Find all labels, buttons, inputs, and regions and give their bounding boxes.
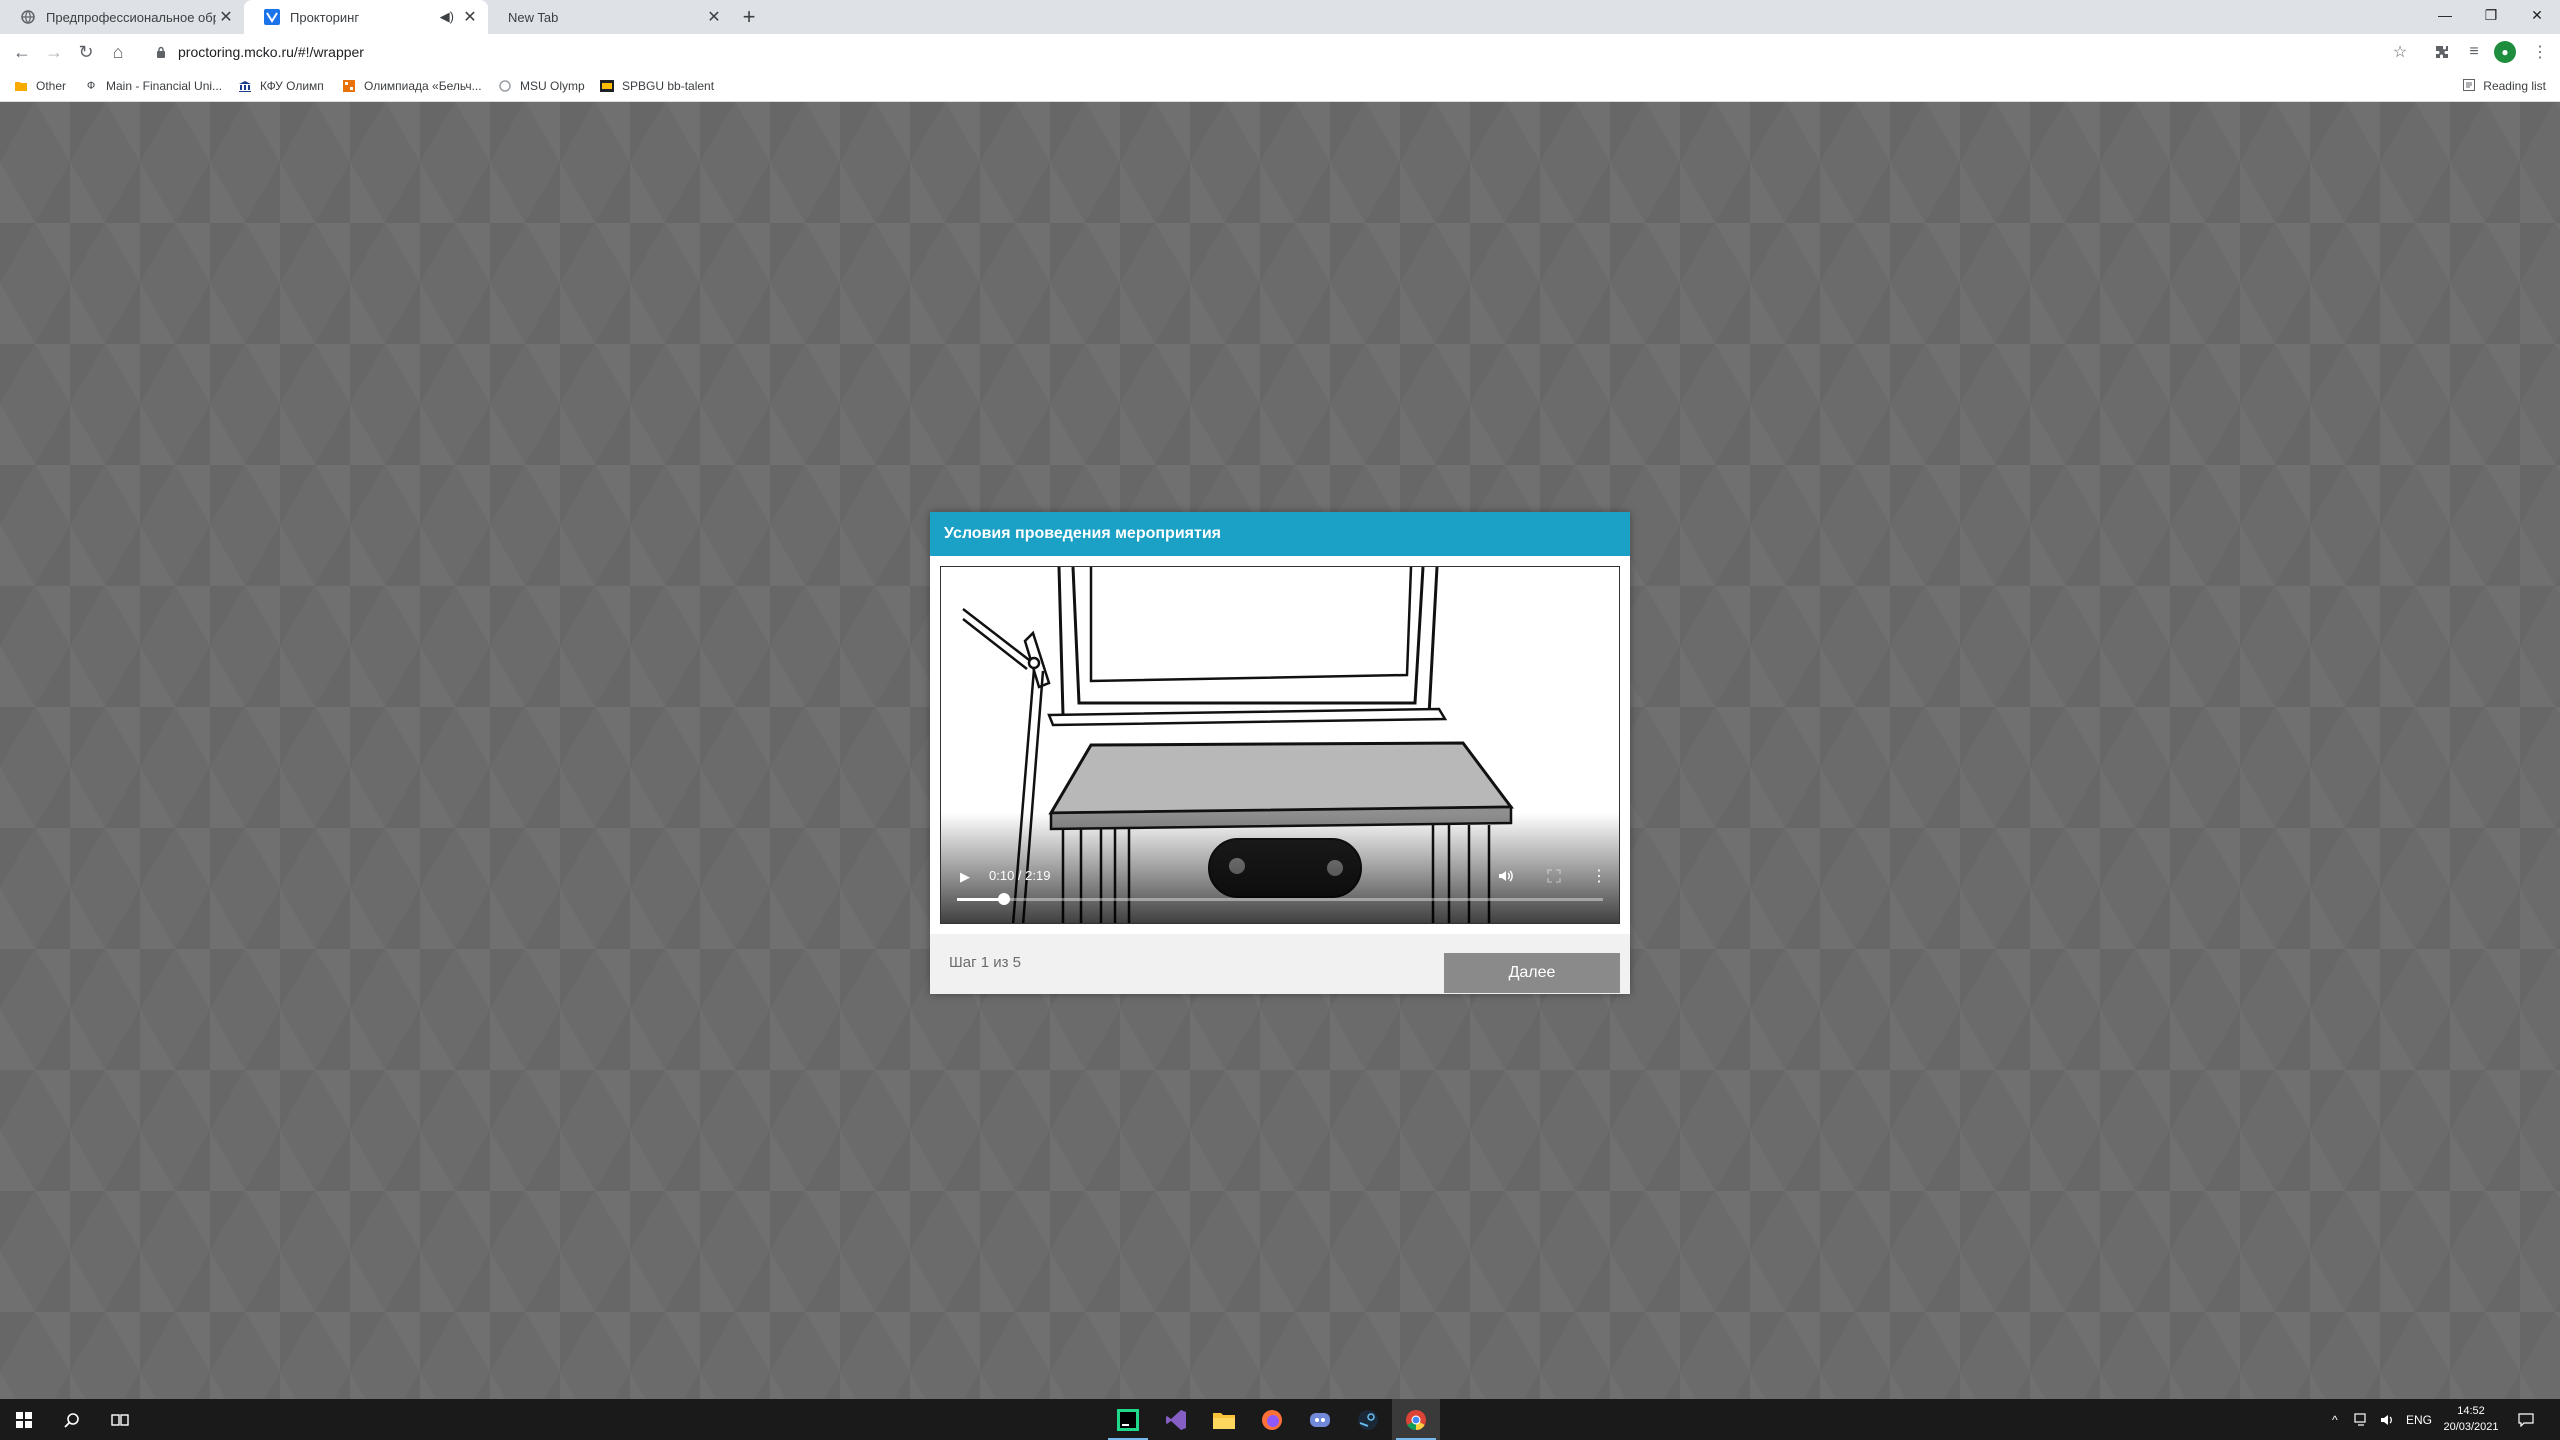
instruction-video[interactable]: ▶ 0:10 / 2:19 ⋮ <box>940 566 1620 924</box>
step-indicator: Шаг 1 из 5 <box>949 954 1022 971</box>
fu-icon: Ф <box>86 80 96 92</box>
new-tab-button[interactable]: + <box>737 4 761 29</box>
tab-predprof[interactable]: Предпрофессиональное образ ✕ <box>0 0 244 34</box>
media-control-icon[interactable]: ≡ <box>2460 38 2488 66</box>
reading-list-button[interactable]: Reading list <box>2463 76 2546 96</box>
firefox-icon[interactable] <box>1248 1399 1296 1440</box>
extensions-icon[interactable] <box>2428 38 2456 66</box>
bookmark-label: Other <box>36 79 67 93</box>
tray-chevron-icon[interactable]: ^ <box>2332 1399 2338 1440</box>
video-progress-fill <box>957 898 1004 901</box>
bookmark-label: SPBGU bb-talent <box>622 79 715 93</box>
tab-title: New Tab <box>508 9 559 25</box>
play-icon[interactable]: ▶ <box>953 865 977 889</box>
bookmark-olymp[interactable]: Олимпиада «Бельч... <box>342 76 482 96</box>
back-arrow-icon[interactable]: ← <box>8 38 36 66</box>
next-button[interactable]: Далее <box>1444 953 1620 993</box>
olymp-icon <box>342 79 356 93</box>
reading-list-icon <box>2463 78 2476 94</box>
bookmarks-bar: Other Ф Main - Financial Uni... КФУ Олим… <box>0 70 2560 102</box>
dialog-title: Условия проведения мероприятия <box>930 512 1630 556</box>
volume-icon[interactable] <box>1493 863 1519 889</box>
close-tab-icon[interactable]: ✕ <box>216 7 236 27</box>
dialog-footer: Шаг 1 из 5 Далее <box>930 934 1630 994</box>
language-indicator[interactable]: ENG <box>2406 1399 2432 1440</box>
steam-icon[interactable] <box>1344 1399 1392 1440</box>
proctoring-favicon <box>264 9 280 25</box>
reading-list-label: Reading list <box>2483 79 2546 93</box>
video-seek-bar[interactable] <box>957 893 1603 905</box>
task-view-icon[interactable] <box>96 1399 144 1440</box>
tab-strip: Предпрофессиональное образ ✕ Прокторинг … <box>0 0 2560 34</box>
windows-start-icon[interactable] <box>0 1399 48 1440</box>
search-icon[interactable] <box>48 1399 96 1440</box>
reload-icon[interactable]: ↻ <box>72 38 100 66</box>
bookmark-label: КФУ Олимп <box>260 79 324 93</box>
building-icon <box>238 79 252 93</box>
bookmark-label: MSU Olymp <box>520 79 585 93</box>
forward-arrow-icon[interactable]: → <box>40 38 68 66</box>
bookmark-label: Олимпиада «Бельч... <box>364 79 482 93</box>
close-tab-icon[interactable]: ✕ <box>704 7 724 27</box>
profile-avatar[interactable]: ● <box>2494 41 2516 63</box>
bookmark-kfu[interactable]: КФУ Олимп <box>238 76 324 96</box>
chrome-icon[interactable] <box>1392 1399 1440 1440</box>
notification-icon[interactable] <box>2518 1399 2534 1440</box>
fullscreen-icon[interactable] <box>1541 863 1567 889</box>
tab-newtab[interactable]: New Tab ✕ <box>488 0 732 34</box>
restore-button[interactable]: ❐ <box>2468 0 2514 30</box>
visual-studio-icon[interactable] <box>1152 1399 1200 1440</box>
home-icon[interactable]: ⌂ <box>104 38 132 66</box>
msu-icon <box>498 79 512 93</box>
page-background: Условия проведения мероприятия ▶ 0:10 / … <box>0 102 2560 1399</box>
volume-tray-icon[interactable] <box>2380 1399 2396 1440</box>
bookmark-msu[interactable]: MSU Olymp <box>498 76 585 96</box>
folder-icon <box>14 79 28 93</box>
lock-icon[interactable] <box>152 46 170 58</box>
system-clock[interactable]: 14:52 20/03/2021 <box>2436 1403 2506 1435</box>
pycharm-icon[interactable] <box>1104 1399 1152 1440</box>
bookmark-label: Main - Financial Uni... <box>106 79 223 93</box>
tab-title: Прокторинг <box>290 9 360 25</box>
tab-title: Предпрофессиональное образ <box>46 9 216 25</box>
file-explorer-icon[interactable] <box>1200 1399 1248 1440</box>
url-text: proctoring.mcko.ru/#!/wrapper <box>178 44 364 60</box>
windows-taskbar: ^ ENG 14:52 20/03/2021 <box>0 1399 2560 1440</box>
clock-date: 20/03/2021 <box>2443 1421 2499 1433</box>
bookmark-spbgu[interactable]: SPBGU bb-talent <box>600 76 714 96</box>
tab-proctoring[interactable]: Прокторинг ◀) ✕ <box>244 0 488 34</box>
minimize-button[interactable]: — <box>2422 0 2468 30</box>
video-seek-thumb[interactable] <box>997 893 1010 905</box>
address-bar[interactable]: proctoring.mcko.ru/#!/wrapper <box>148 37 2408 67</box>
globe-icon <box>20 9 36 25</box>
bookmark-other[interactable]: Other <box>14 76 66 96</box>
video-time: 0:10 / 2:19 <box>989 868 1051 883</box>
clock-time: 14:52 <box>2457 1405 2485 1417</box>
close-window-button[interactable]: ✕ <box>2514 0 2560 30</box>
star-icon[interactable]: ☆ <box>2386 38 2414 66</box>
network-icon[interactable] <box>2354 1399 2370 1440</box>
event-conditions-dialog: Условия проведения мероприятия ▶ 0:10 / … <box>930 512 1630 994</box>
menu-kebab-icon[interactable]: ⋮ <box>2526 38 2554 66</box>
bookmark-financial-uni[interactable]: Ф Main - Financial Uni... <box>84 76 222 96</box>
browser-toolbar: ← → ↻ ⌂ proctoring.mcko.ru/#!/wrapper ☆ … <box>0 34 2560 70</box>
video-menu-kebab-icon[interactable]: ⋮ <box>1589 863 1609 889</box>
speaker-icon[interactable]: ◀) <box>440 9 454 25</box>
discord-icon[interactable] <box>1296 1399 1344 1440</box>
close-tab-icon[interactable]: ✕ <box>460 7 480 27</box>
bb-icon <box>600 79 614 93</box>
